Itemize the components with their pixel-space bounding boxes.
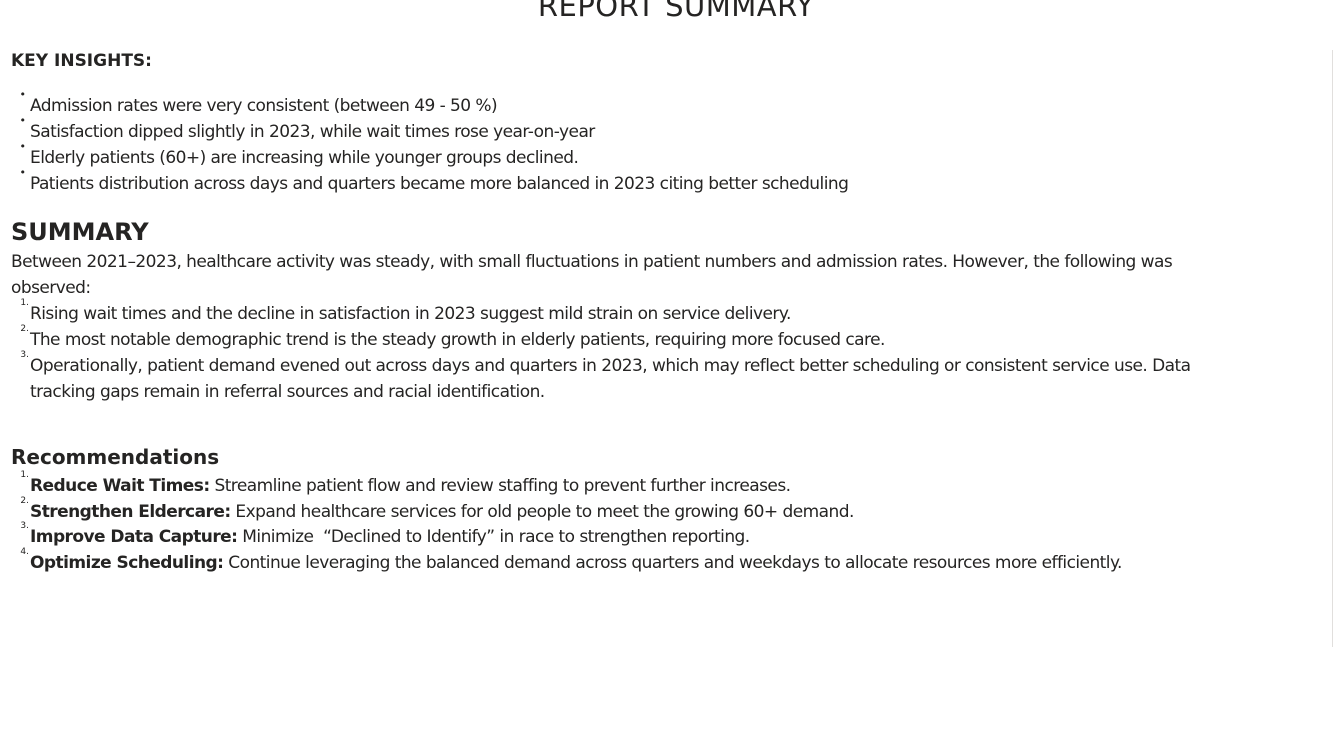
bullet-marker: • xyxy=(19,88,27,101)
summary-intro-line: Between 2021–2023, healthcare activity w… xyxy=(11,252,1173,272)
list-number: 2. xyxy=(20,324,29,334)
recommendations-heading: Recommendations xyxy=(11,445,220,469)
insight-text: Patients distribution across days and qu… xyxy=(30,174,849,194)
report-page: REPORT SUMMARY KEY INSIGHTS: • Admission… xyxy=(0,0,1334,736)
recommendation-text: Expand healthcare services for old peopl… xyxy=(230,502,854,522)
recommendation-label: Strengthen Eldercare: xyxy=(30,502,231,522)
report-title: REPORT SUMMARY xyxy=(537,0,815,23)
recommendation-text: Continue leveraging the balanced demand … xyxy=(223,553,1122,573)
bullet-marker: • xyxy=(19,166,27,179)
bullet-marker: • xyxy=(19,140,27,153)
summary-heading: SUMMARY xyxy=(11,218,149,246)
list-number: 2. xyxy=(20,496,29,506)
page-edge-divider xyxy=(1332,50,1333,647)
insight-text: Satisfaction dipped slightly in 2023, wh… xyxy=(30,122,595,142)
insight-text: Elderly patients (60+) are increasing wh… xyxy=(30,148,579,168)
list-number: 1. xyxy=(20,298,29,308)
recommendation-label: Reduce Wait Times: xyxy=(30,476,210,496)
summary-item-text: tracking gaps remain in referral sources… xyxy=(30,382,545,402)
insight-text: Admission rates were very consistent (be… xyxy=(30,96,498,116)
recommendation-text: Minimize “Declined to Identify” in race … xyxy=(237,527,750,547)
list-number: 3. xyxy=(20,350,29,360)
key-insights-heading: KEY INSIGHTS: xyxy=(11,51,152,71)
list-number: 3. xyxy=(20,521,29,531)
recommendation-label: Optimize Scheduling: xyxy=(30,553,224,573)
recommendation-label: Improve Data Capture: xyxy=(30,527,238,547)
bullet-marker: • xyxy=(19,114,27,127)
recommendation-text: Streamline patient flow and review staff… xyxy=(209,476,791,496)
summary-item-text: Operationally, patient demand evened out… xyxy=(30,356,1191,376)
list-number: 4. xyxy=(20,547,29,557)
summary-item-text: Rising wait times and the decline in sat… xyxy=(30,304,791,324)
list-number: 1. xyxy=(20,470,29,480)
summary-item-text: The most notable demographic trend is th… xyxy=(30,330,885,350)
